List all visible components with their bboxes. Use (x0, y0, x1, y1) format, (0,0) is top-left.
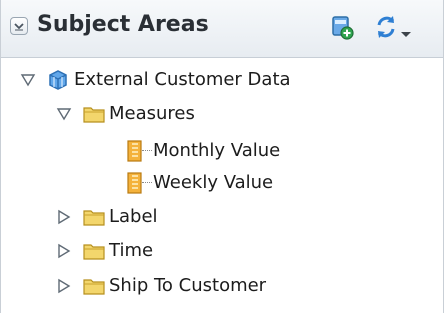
folder-icon (82, 239, 106, 263)
triangle-down-icon (20, 74, 36, 87)
chevron-down-icon (14, 23, 24, 31)
refresh-button[interactable] (371, 12, 401, 42)
folder-icon (82, 274, 106, 298)
panel-menu-button[interactable] (400, 24, 412, 37)
tree-node-label: Weekly Value (153, 172, 274, 193)
tree-node-label: Measures (109, 103, 195, 124)
folder-icon (82, 102, 106, 126)
tree-connector (142, 182, 152, 183)
folder-icon (82, 205, 106, 229)
measure-column-icon (123, 139, 147, 163)
panel-title: Subject Areas (37, 12, 209, 37)
triangle-right-icon (58, 209, 71, 225)
subject-area-tree: External Customer Data Measures Monthly … (1, 58, 443, 313)
cube-icon (46, 68, 70, 92)
tree-node-label: Time (109, 240, 154, 261)
create-subject-area-button[interactable] (327, 12, 357, 42)
create-subject-area-icon (332, 16, 354, 40)
tree-node-label: Ship To Customer (109, 275, 267, 296)
expand-toggle[interactable] (55, 105, 73, 123)
tree-node-label: Monthly Value (153, 140, 281, 161)
subject-areas-panel: Subject Areas External Customer Data Mea… (0, 0, 444, 313)
expand-toggle[interactable] (55, 208, 73, 226)
measure-column-icon (123, 171, 147, 195)
triangle-down-icon (56, 108, 72, 121)
collapse-button[interactable] (10, 17, 28, 35)
tree-node-label: Label (109, 206, 158, 227)
triangle-right-icon (58, 243, 71, 259)
tree-connector (142, 150, 152, 151)
expand-toggle[interactable] (55, 277, 73, 295)
expand-toggle[interactable] (19, 71, 37, 89)
tree-node-label: External Customer Data (74, 69, 291, 90)
refresh-icon (377, 16, 395, 38)
expand-toggle[interactable] (55, 242, 73, 260)
dropdown-arrow-icon (401, 32, 411, 37)
triangle-right-icon (58, 278, 71, 294)
panel-header: Subject Areas (1, 0, 443, 58)
